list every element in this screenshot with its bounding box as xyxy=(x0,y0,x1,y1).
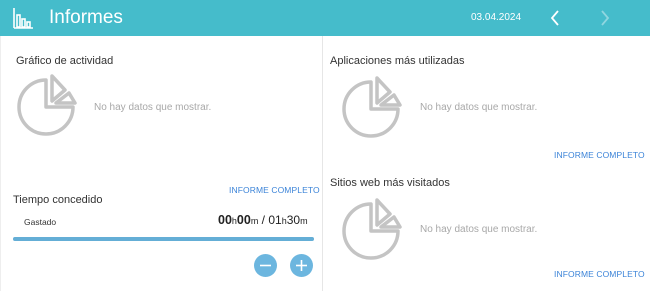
current-date: 03.04.2024 xyxy=(471,12,522,23)
apps-full-report-link[interactable]: INFORME COMPLETO xyxy=(554,149,645,161)
time-progress-fill xyxy=(13,237,314,241)
spent-minutes: 00 xyxy=(236,213,251,227)
pie-chart-icon xyxy=(17,74,77,136)
sites-full-report-link[interactable]: INFORME COMPLETO xyxy=(554,268,645,280)
apps-title: Aplicaciones más utilizadas xyxy=(330,55,465,67)
pie-chart-icon xyxy=(342,198,402,260)
increase-time-button[interactable] xyxy=(290,254,313,277)
sites-title: Sitios web más visitados xyxy=(330,177,450,189)
decrease-time-button[interactable] xyxy=(254,254,277,277)
time-display: 00h00m / 01h30m xyxy=(218,212,308,229)
allowed-hours: 01 xyxy=(268,213,282,227)
pie-chart-icon xyxy=(342,76,402,138)
plus-icon xyxy=(296,260,307,271)
minutes-unit: m xyxy=(300,216,308,226)
spent-hours: 00 xyxy=(218,213,232,227)
time-separator: / xyxy=(258,213,269,227)
app-header: Informes 03.04.2024 xyxy=(0,0,650,36)
time-allowed-title: Tiempo concedido xyxy=(13,194,103,206)
allowed-minutes: 30 xyxy=(286,213,301,227)
activity-title: Gráfico de actividad xyxy=(16,55,114,67)
bar-chart-logo-icon xyxy=(13,8,33,29)
time-full-report-link[interactable]: INFORME COMPLETO xyxy=(229,184,320,196)
activity-empty-text: No hay datos que mostrar. xyxy=(94,102,212,113)
minus-icon xyxy=(260,264,271,267)
page-title: Informes xyxy=(49,7,123,28)
chevron-right-icon[interactable] xyxy=(596,8,614,28)
time-progress-bar xyxy=(13,237,314,241)
apps-empty-text: No hay datos que mostrar. xyxy=(420,102,538,113)
spent-label: Gastado xyxy=(24,217,57,227)
sites-empty-text: No hay datos que mostrar. xyxy=(420,224,538,235)
chevron-left-icon[interactable] xyxy=(546,8,564,28)
